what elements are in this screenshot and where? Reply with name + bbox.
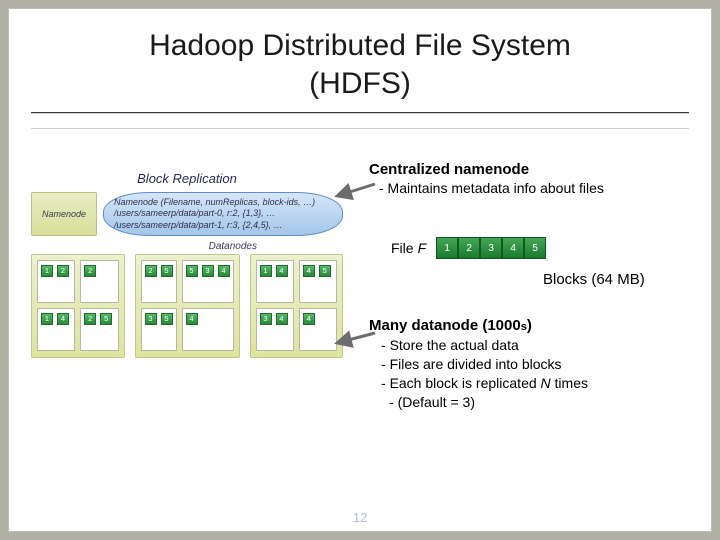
datanode-rack: 25534354 xyxy=(135,254,240,358)
block-chip: 4 xyxy=(303,265,315,277)
block-chip: 4 xyxy=(303,313,315,325)
file-block: 2 xyxy=(458,237,480,259)
bullet-replicated: Each block is replicated N times xyxy=(381,374,588,393)
datanode-cell: 25 xyxy=(141,260,177,303)
blocks-size-label: Blocks (64 MB) xyxy=(543,271,645,288)
block-chip: 4 xyxy=(57,313,69,325)
namenode-metadata-bubble: Namenode (Filename, numReplicas, block-i… xyxy=(103,192,343,236)
file-block: 3 xyxy=(480,237,502,259)
datanode-cell: 14 xyxy=(37,308,75,351)
title-divider-top xyxy=(31,112,689,114)
block-chip: 2 xyxy=(145,265,157,277)
block-chip: 3 xyxy=(260,313,272,325)
datanode-cell: 25 xyxy=(80,308,118,351)
datanode-cell: 12 xyxy=(37,260,75,303)
namenode-meta-line1: Namenode (Filename, numReplicas, block-i… xyxy=(114,197,315,207)
block-chip: 5 xyxy=(161,265,173,277)
bullet-divided-blocks: Files are divided into blocks xyxy=(381,355,588,374)
namenode-label: Namenode xyxy=(31,192,97,236)
block-chip: 3 xyxy=(145,313,157,325)
block-chip: 2 xyxy=(84,313,96,325)
block-chip: 1 xyxy=(41,313,53,325)
datanode-bullet-list: Store the actual data Files are divided … xyxy=(381,336,588,412)
bullet-default: (Default = 3) xyxy=(389,393,588,412)
block-chip: 4 xyxy=(218,265,230,277)
slide-title: Hadoop Distributed File System (HDFS) xyxy=(31,27,689,102)
datanode-cell: 35 xyxy=(141,308,177,351)
datanode-description: Many datanode (1000s) Store the actual d… xyxy=(369,317,588,412)
block-chip: 2 xyxy=(84,265,96,277)
block-chip: 1 xyxy=(260,265,272,277)
datanode-cell: 45 xyxy=(299,260,337,303)
datanode-heading: Many datanode (1000s) xyxy=(369,317,588,334)
block-chip: 4 xyxy=(276,265,288,277)
block-chip: 5 xyxy=(319,265,331,277)
namenode-meta-line3: /users/sameerp/data/part-1, r:3, {2,4,5}… xyxy=(114,220,283,230)
datanode-cell: 534 xyxy=(182,260,234,303)
namenode-row: Namenode Namenode (Filename, numReplicas… xyxy=(31,192,343,236)
title-line2: (HDFS) xyxy=(309,67,411,100)
datanode-rack: 1221425 xyxy=(31,254,125,358)
block-chip: 5 xyxy=(100,313,112,325)
file-example-row: File F 12345 xyxy=(391,237,546,259)
file-symbol: F xyxy=(418,240,427,256)
datanode-rack: 1445344 xyxy=(250,254,344,358)
datanode-cell: 34 xyxy=(256,308,294,351)
file-block: 4 xyxy=(502,237,524,259)
block-chip: 2 xyxy=(57,265,69,277)
namenode-description: Centralized namenode - Maintains metadat… xyxy=(369,161,604,196)
title-line1: Hadoop Distributed File System xyxy=(149,29,571,62)
datanode-racks: 1221425255343541445344 xyxy=(31,254,343,358)
datanode-cell: 4 xyxy=(299,308,337,351)
content-area: Block Replication Namenode Namenode (Fil… xyxy=(31,141,689,471)
title-divider-bottom xyxy=(31,128,689,129)
block-chip: 5 xyxy=(161,313,173,325)
datanode-cell: 2 xyxy=(80,260,118,303)
namenode-subtext: - Maintains metadata info about files xyxy=(379,180,604,196)
slide: Hadoop Distributed File System (HDFS) Bl… xyxy=(8,8,712,532)
block-chip: 4 xyxy=(276,313,288,325)
file-blocks: 12345 xyxy=(436,237,546,259)
datanode-heading-close: ) xyxy=(527,317,532,334)
file-label: File xyxy=(391,240,414,256)
block-chip: 5 xyxy=(186,265,198,277)
namenode-heading: Centralized namenode xyxy=(369,161,604,178)
diagram-heading: Block Replication xyxy=(31,171,343,186)
datanode-cell: 4 xyxy=(182,308,234,351)
block-chip: 1 xyxy=(41,265,53,277)
block-chip: 3 xyxy=(202,265,214,277)
block-replication-diagram: Block Replication Namenode Namenode (Fil… xyxy=(31,171,343,358)
block-chip: 4 xyxy=(186,313,198,325)
namenode-meta-line2: /users/sameerp/data/part-0, r:2, {1,3}, … xyxy=(114,208,275,218)
file-block: 1 xyxy=(436,237,458,259)
datanode-cell: 14 xyxy=(256,260,294,303)
bullet-store-data: Store the actual data xyxy=(381,336,588,355)
datanodes-label: Datanodes xyxy=(31,241,343,252)
datanode-heading-main: Many datanode (1000 xyxy=(369,317,521,334)
page-number: 12 xyxy=(353,510,367,525)
file-block: 5 xyxy=(524,237,546,259)
